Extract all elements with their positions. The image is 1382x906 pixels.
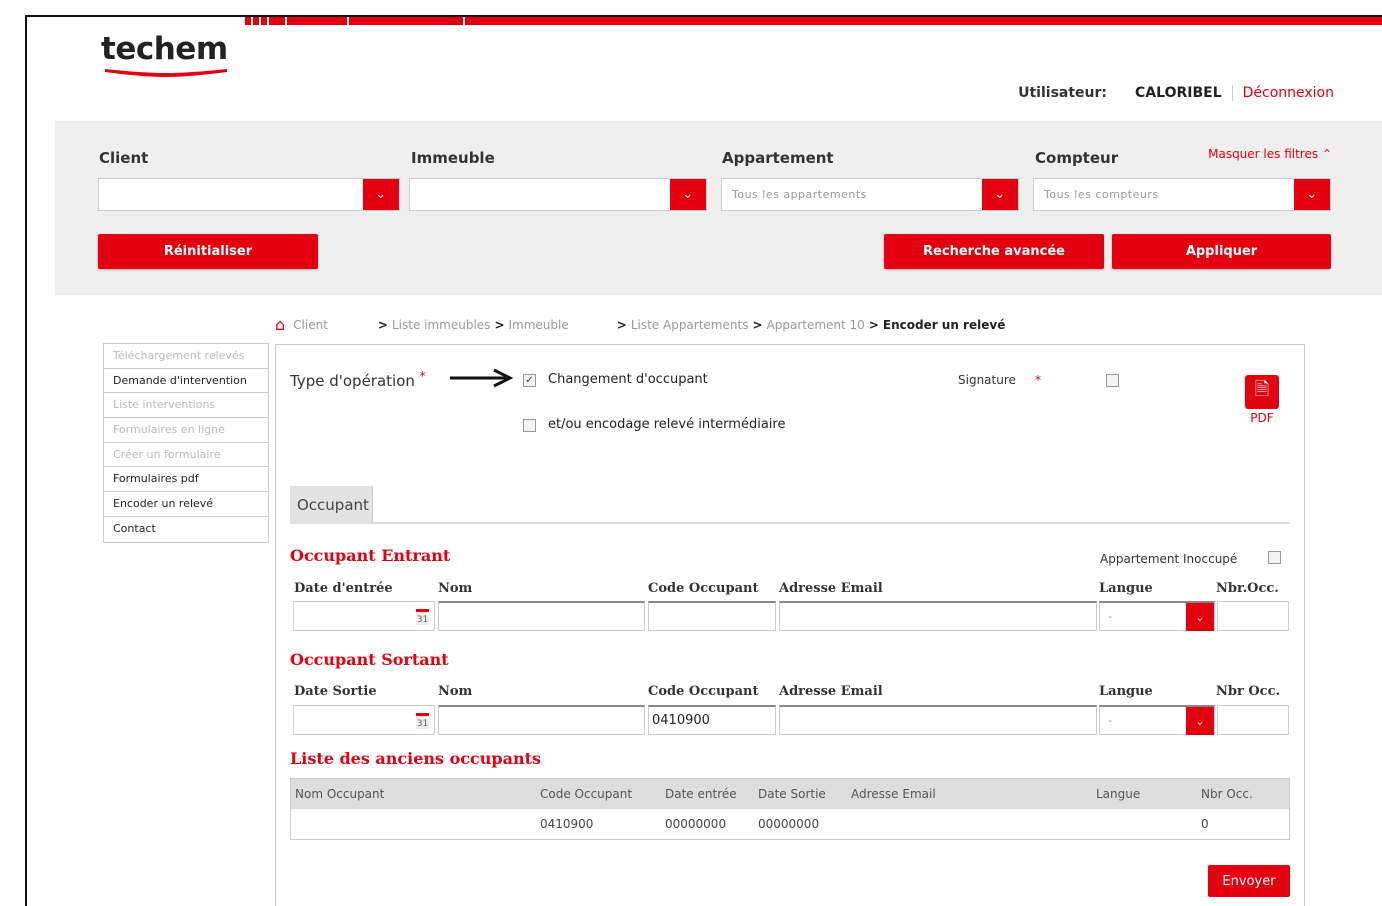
logo-swoosh-icon: [105, 69, 227, 77]
immeuble-select[interactable]: ⌄: [409, 178, 707, 211]
reset-button[interactable]: Réinitialiser: [98, 234, 318, 269]
sidebar-item-encode-reading[interactable]: Encoder un relevé: [104, 492, 268, 517]
col-name: Nom: [438, 684, 473, 699]
user-label: Utilisateur:: [1018, 85, 1108, 101]
breadcrumb-current: Encoder un relevé: [882, 317, 1006, 332]
calendar-icon[interactable]: 31: [416, 609, 429, 625]
pdf-download[interactable]: 🗎 PDF: [1244, 375, 1280, 425]
document-search-icon: 🗎: [1245, 375, 1279, 409]
top-accent-bar: [245, 17, 1382, 25]
client-select[interactable]: ⌄: [98, 178, 400, 211]
vacant-apartment-label: Appartement Inoccupé: [1100, 552, 1238, 566]
outgoing-name-input[interactable]: [438, 705, 645, 735]
former-occupants-title: Liste des anciens occupants: [290, 749, 542, 768]
former-occupants-table: Nom Occupant Code Occupant Date entrée D…: [290, 778, 1290, 840]
advanced-search-button[interactable]: Recherche avancée: [884, 234, 1104, 269]
vacant-apartment-checkbox[interactable]: [1268, 551, 1281, 564]
chevron-down-icon[interactable]: ⌄: [363, 179, 399, 210]
sidebar-item-interventions: Liste interventions: [104, 393, 268, 419]
sidebar-item-create-form: Créer un formulaire: [104, 443, 268, 468]
exit-date-input[interactable]: [293, 705, 435, 735]
filter-panel: Client ⌄ Immeuble ⌄ Appartement Tous les…: [55, 121, 1382, 295]
compteur-select[interactable]: Tous les compteurs ⌄: [1033, 178, 1331, 211]
outgoing-email-input[interactable]: [779, 705, 1097, 735]
sidebar-item-online-forms: Formulaires en ligne: [104, 418, 268, 443]
outgoing-language-select[interactable]: - ⌄: [1099, 705, 1215, 735]
operation-type-label: Type d'opération *: [290, 369, 426, 390]
breadcrumb-apartments[interactable]: Liste Appartements: [631, 318, 749, 332]
col-email: Adresse Email: [779, 684, 883, 699]
techem-logo: techem: [101, 31, 228, 67]
sidebar-item-downloads: Téléchargement relevés: [104, 344, 268, 369]
send-button[interactable]: Envoyer: [1208, 865, 1290, 897]
chevron-down-icon[interactable]: ⌄: [1294, 179, 1330, 210]
breadcrumb-client[interactable]: Client: [293, 318, 328, 332]
home-icon[interactable]: ⌂: [275, 315, 285, 334]
outgoing-count-input[interactable]: [1217, 705, 1289, 735]
chevron-down-icon[interactable]: ⌄: [670, 179, 706, 210]
sidebar-item-pdf-forms[interactable]: Formulaires pdf: [104, 467, 268, 493]
hide-filters-link[interactable]: Masquer les filtres ⌃: [1208, 147, 1332, 161]
breadcrumb-apartment[interactable]: Appartement 10: [767, 318, 865, 332]
intermediate-reading-label: et/ou encodage relevé intermédiaire: [548, 417, 786, 432]
chevron-down-icon[interactable]: ⌄: [982, 179, 1018, 210]
table-row: 0410900 00000000 00000000 0: [291, 809, 1289, 839]
change-occupant-checkbox[interactable]: ✓: [523, 374, 536, 387]
apply-button[interactable]: Appliquer: [1112, 234, 1331, 269]
appartement-label: Appartement: [722, 149, 834, 167]
incoming-occupant-title: Occupant Entrant: [290, 546, 451, 565]
calendar-icon[interactable]: 31: [416, 713, 429, 729]
col-occupant-count: Nbr.Occ.: [1216, 581, 1279, 596]
col-occupant-count: Nbr Occ.: [1216, 684, 1281, 699]
signature-label: Signature *: [958, 373, 1041, 387]
outgoing-code-input[interactable]: 0410900: [648, 705, 776, 735]
sidebar-item-contact[interactable]: Contact: [104, 517, 268, 542]
change-occupant-label: Changement d'occupant: [548, 372, 708, 387]
incoming-email-input[interactable]: [779, 601, 1097, 631]
col-occupant-code: Code Occupant: [648, 581, 759, 596]
breadcrumb-building[interactable]: Immeuble: [509, 318, 569, 332]
incoming-count-input[interactable]: [1217, 601, 1289, 631]
immeuble-label: Immeuble: [411, 149, 495, 167]
client-label: Client: [99, 149, 149, 167]
sidebar-item-intervention-request[interactable]: Demande d'intervention: [104, 369, 268, 394]
chevron-down-icon[interactable]: ⌄: [1186, 603, 1214, 631]
arrow-right-icon: [450, 368, 514, 388]
signature-checkbox[interactable]: [1106, 374, 1119, 387]
reading-form: Type d'opération * ✓ Changement d'occupa…: [275, 344, 1305, 906]
col-language: Langue: [1099, 581, 1153, 596]
tab-occupant[interactable]: Occupant: [290, 486, 373, 524]
logout-link[interactable]: Déconnexion: [1231, 85, 1334, 101]
compteur-label: Compteur: [1035, 149, 1119, 167]
incoming-language-select[interactable]: - ⌄: [1099, 601, 1215, 631]
user-name: CALORIBEL: [1135, 85, 1222, 101]
appartement-select[interactable]: Tous les appartements ⌄: [721, 178, 1019, 211]
user-bar: Utilisateur: CALORIBEL Déconnexion: [1018, 85, 1334, 101]
col-entry-date: Date d'entrée: [294, 581, 393, 596]
chevron-down-icon[interactable]: ⌄: [1186, 707, 1214, 735]
tab-bar: Occupant: [290, 486, 1290, 524]
side-nav: Téléchargement relevés Demande d'interve…: [103, 343, 269, 543]
col-email: Adresse Email: [779, 581, 883, 596]
col-occupant-code: Code Occupant: [648, 684, 759, 699]
col-name: Nom: [438, 581, 473, 596]
outgoing-occupant-title: Occupant Sortant: [290, 650, 449, 669]
chevron-up-icon: ⌃: [1321, 147, 1332, 161]
incoming-name-input[interactable]: [438, 601, 645, 631]
breadcrumb-buildings[interactable]: Liste immeubles: [392, 318, 490, 332]
intermediate-reading-checkbox[interactable]: [523, 419, 536, 432]
breadcrumb: ⌂ Client > Liste immeubles > Immeuble > …: [275, 315, 1006, 334]
incoming-code-input[interactable]: [648, 601, 776, 631]
entry-date-input[interactable]: [293, 601, 435, 631]
table-header: Nom Occupant Code Occupant Date entrée D…: [291, 779, 1289, 809]
app-window: techem Utilisateur: CALORIBEL Déconnexio…: [25, 15, 1382, 906]
col-language: Langue: [1099, 684, 1153, 699]
col-exit-date: Date Sortie: [294, 684, 377, 699]
